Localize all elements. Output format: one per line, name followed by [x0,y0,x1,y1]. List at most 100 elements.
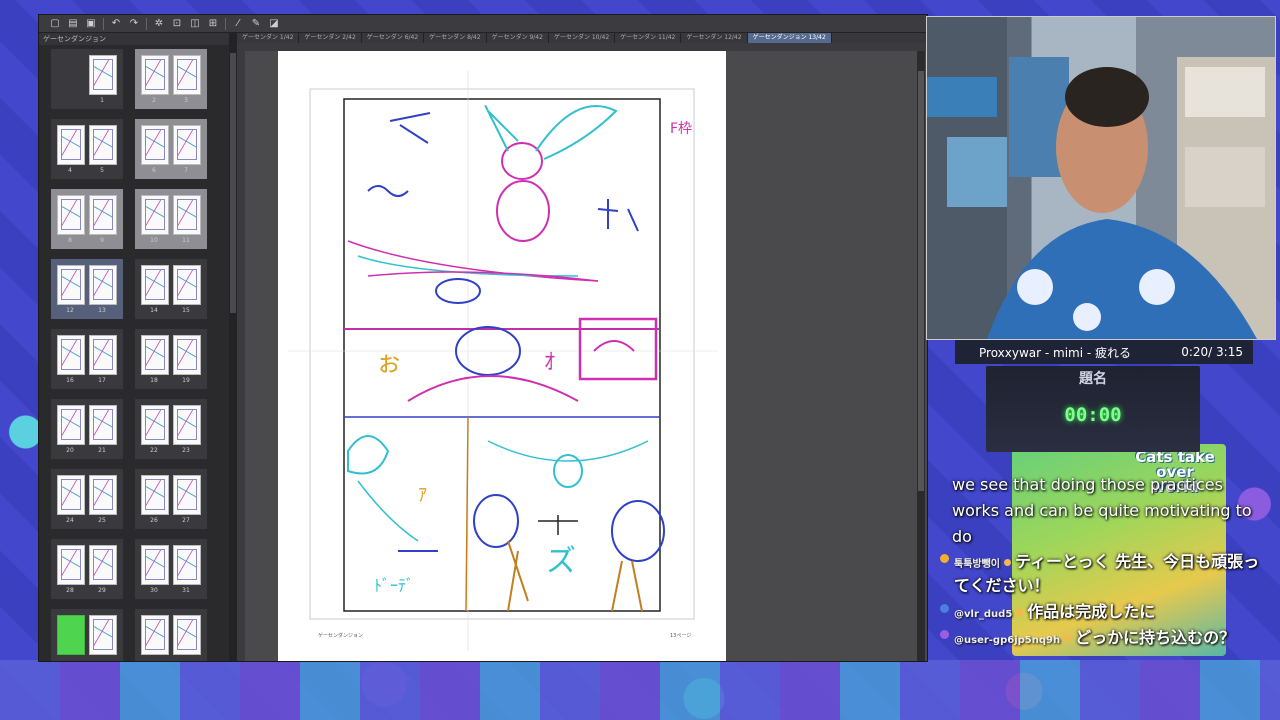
page-thumbnail[interactable] [89,405,117,445]
page-thumbnail-placeholder[interactable] [57,615,85,655]
page-spread[interactable]: 67 [135,119,207,179]
svg-text:ｵ: ｵ [544,350,555,375]
page-number: 17 [98,377,106,384]
page-spread[interactable]: 28 29 [51,539,123,599]
page-thumbnail[interactable] [57,125,85,165]
page-thumbnail[interactable] [173,615,201,655]
settings-icon[interactable]: ✲ [153,18,165,30]
page-thumbnail[interactable] [89,475,117,515]
page-spread[interactable]: 20 21 [51,399,123,459]
page-number: 21 [98,447,106,454]
redo-icon[interactable]: ↷ [128,18,140,30]
page-spread[interactable]: 89 [51,189,123,249]
brush-icon[interactable]: ✎ [250,18,262,30]
save-icon[interactable]: ▣ [85,18,97,30]
page-thumbnail[interactable] [173,265,201,305]
document-tab[interactable]: ゲーセンダン 6/42 [362,33,425,43]
page-thumbnail[interactable] [173,475,201,515]
page-thumbnail[interactable] [141,265,169,305]
page-number: 28 [66,587,74,594]
document-tab[interactable]: ゲーセンダン 12/42 [681,33,748,43]
page-thumbnail[interactable] [57,335,85,375]
page-thumbnail[interactable] [89,545,117,585]
page-number: 27 [182,517,190,524]
page-spread[interactable]: 24 25 [51,469,123,529]
page-thumbnail[interactable] [173,195,201,235]
page-spread[interactable]: 18 19 [135,329,207,389]
new-file-icon[interactable]: ▢ [49,18,61,30]
chat-avatar [940,604,949,613]
eraser-icon[interactable]: ◪ [268,18,280,30]
crop-icon[interactable]: ⊞ [207,18,219,30]
chat-text: どっかに持ち込むの？ [1075,628,1236,647]
page-spread[interactable]: 14 15 [135,259,207,319]
page-thumbnail[interactable] [173,335,201,375]
page-number: 4 [68,167,72,174]
transform-icon[interactable]: ⊡ [171,18,183,30]
document-tab[interactable]: ゲーセンダン 2/42 [299,33,362,43]
page-spread[interactable] [135,609,207,661]
page-number: 8 [68,237,72,244]
page-spread[interactable] [51,609,123,661]
page-panel-scrollbar[interactable] [229,33,237,661]
page-thumbnail[interactable] [173,125,201,165]
page-thumbnail[interactable] [57,265,85,305]
document-tab[interactable]: ゲーセンダン 10/42 [549,33,616,43]
page-thumbnail[interactable] [57,195,85,235]
page-spread[interactable]: 23 [135,49,207,109]
page-spread[interactable]: 16 17 [51,329,123,389]
manuscript-page[interactable]: ぉ ｵ ｱ ﾄﾞｰﾃﾞ ズ F枠 ゲーセンダンジョン 13ページ [278,51,726,661]
page-thumbnail[interactable] [141,405,169,445]
page-spread[interactable]: 22 23 [135,399,207,459]
streamer-video [927,17,1275,339]
page-thumbnail[interactable] [141,475,169,515]
page-thumbnail[interactable] [173,545,201,585]
page-thumbnail[interactable] [141,55,169,95]
page-number: 26 [150,517,158,524]
undo-icon[interactable]: ↶ [110,18,122,30]
canvas-area[interactable]: ぉ ｵ ｱ ﾄﾞｰﾃﾞ ズ F枠 ゲーセンダンジョン 13ページ [245,51,927,661]
page-thumbnail[interactable] [141,125,169,165]
timer-widget: 題名 00:00 [986,366,1200,452]
document-tab[interactable]: ゲーセンダン 1/42 [237,33,300,43]
page-thumbnail[interactable] [57,475,85,515]
svg-text:ズ: ズ [546,544,576,579]
document-tab[interactable]: ゲーセンダン 11/42 [615,33,682,43]
page-thumbnail[interactable] [89,335,117,375]
page-thumbnail[interactable] [141,615,169,655]
page-thumbnail[interactable] [173,55,201,95]
page-thumbnail[interactable] [89,125,117,165]
song-time: 0:20/ 3:15 [1181,345,1243,359]
layer-icon[interactable]: ◫ [189,18,201,30]
page-thumbnail[interactable] [57,405,85,445]
page-spread[interactable]: 10 11 [135,189,207,249]
page-thumbnail[interactable] [89,195,117,235]
page-thumbnail[interactable] [89,265,117,305]
page-spread[interactable]: 30 31 [135,539,207,599]
page-panel-title[interactable]: ゲーセンダンジョン [39,33,229,45]
pen-icon[interactable]: ⁄ [232,18,244,30]
page-thumbnail[interactable] [89,615,117,655]
page-thumbnail[interactable] [141,545,169,585]
drawing-app-window: ▢ ▤ ▣ ↶ ↷ ✲ ⊡ ◫ ⊞ ⁄ ✎ ◪ ゲーセンダンジョン 123456… [38,14,928,662]
page-spread[interactable]: 1 [51,49,123,109]
document-tab[interactable]: ゲーセンダン 8/42 [424,33,487,43]
document-tab[interactable]: ゲーセンダンジョン 13/42 [747,33,832,43]
page-thumbnail[interactable] [173,405,201,445]
page-spread[interactable]: 12 13 [51,259,123,319]
scrollbar-thumb[interactable] [230,53,236,313]
page-thumbnail[interactable] [141,335,169,375]
page-thumbnail[interactable] [57,545,85,585]
page-thumbnail[interactable] [89,55,117,95]
document-tab[interactable]: ゲーセンダン 9/42 [487,33,549,43]
live-caption: we see that doing those practices works … [952,475,1252,546]
page-spread[interactable]: 26 27 [135,469,207,529]
page-spread[interactable]: 45 [51,119,123,179]
scrollbar-thumb[interactable] [918,71,924,491]
command-toolbar: ▢ ▤ ▣ ↶ ↷ ✲ ⊡ ◫ ⊞ ⁄ ✎ ◪ [39,15,927,33]
canvas-scrollbar[interactable] [917,51,925,661]
page-thumbnail[interactable] [141,195,169,235]
page-number: 14 [150,307,158,314]
open-icon[interactable]: ▤ [67,18,79,30]
svg-text:ぉ: ぉ [376,348,402,378]
